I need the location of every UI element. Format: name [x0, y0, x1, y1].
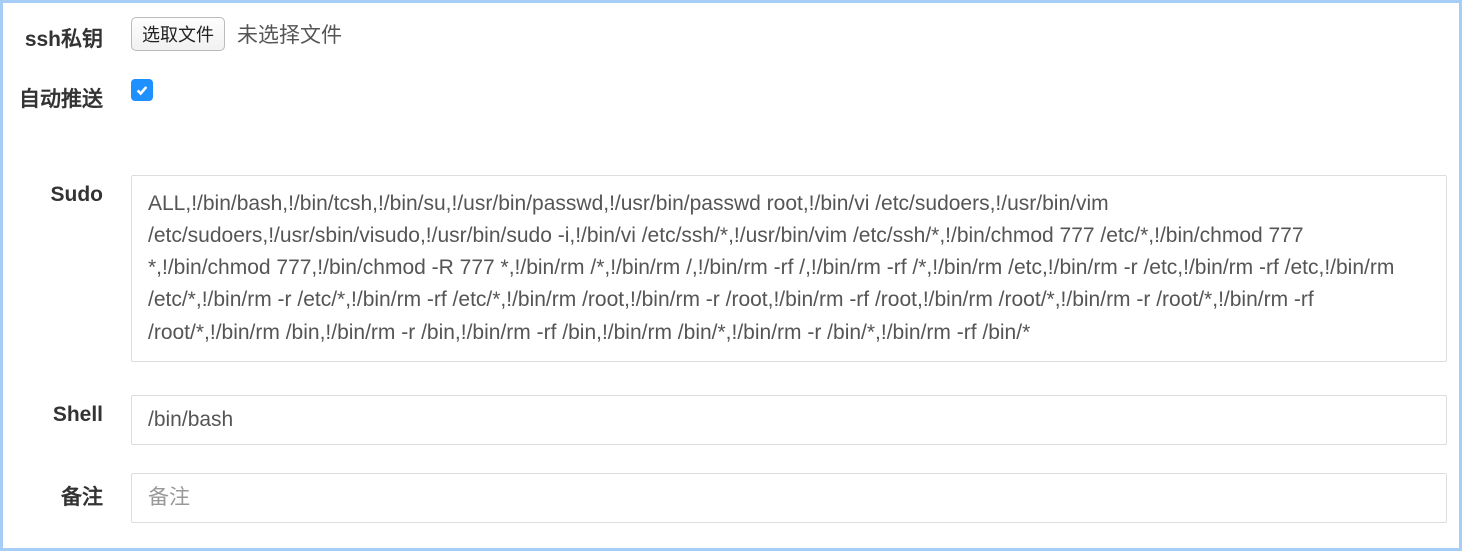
checkbox-wrap — [131, 75, 1451, 102]
file-status-text: 未选择文件 — [237, 19, 342, 49]
label-ssh-private-key: ssh私钥 — [11, 15, 131, 53]
label-remark: 备注 — [11, 473, 131, 511]
row-ssh-private-key: ssh私钥 选取文件 未选择文件 — [11, 15, 1451, 53]
label-sudo: Sudo — [11, 175, 131, 207]
shell-input[interactable] — [131, 395, 1447, 445]
sudo-field-wrap — [131, 175, 1451, 367]
check-icon — [135, 83, 149, 97]
row-sudo: Sudo — [11, 175, 1451, 367]
auto-push-checkbox[interactable] — [131, 79, 153, 101]
file-picker-wrap: 选取文件 未选择文件 — [131, 15, 1451, 51]
row-remark: 备注 — [11, 473, 1451, 523]
shell-field-wrap — [131, 395, 1451, 445]
row-auto-push: 自动推送 — [11, 75, 1451, 113]
sudo-textarea[interactable] — [131, 175, 1447, 362]
label-auto-push: 自动推送 — [11, 75, 131, 113]
remark-input[interactable] — [131, 473, 1447, 523]
row-shell: Shell — [11, 395, 1451, 445]
label-shell: Shell — [11, 395, 131, 427]
choose-file-button[interactable]: 选取文件 — [131, 17, 225, 51]
remark-field-wrap — [131, 473, 1451, 523]
